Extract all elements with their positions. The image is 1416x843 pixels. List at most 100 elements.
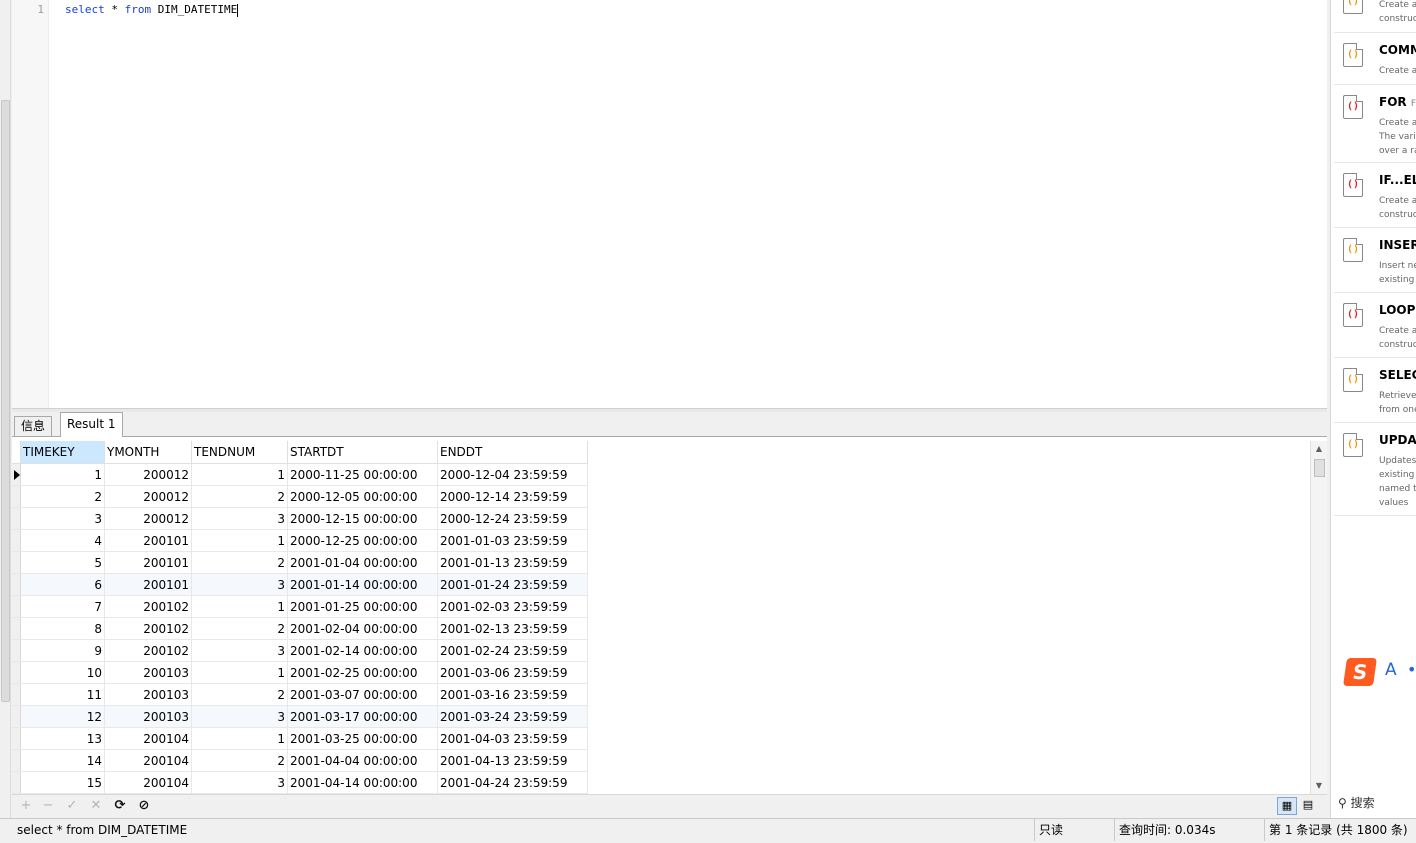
snippet-item[interactable]: () Create a construc (1334, 0, 1416, 33)
cell-timekey[interactable]: 5 (20, 551, 105, 574)
left-scroll-thumb[interactable] (1, 100, 10, 702)
cell-timekey[interactable]: 15 (20, 771, 105, 794)
cell-tendnum[interactable]: 2 (191, 617, 288, 640)
cell-timekey[interactable]: 3 (20, 507, 105, 530)
table-row[interactable]: 15 200104 3 2001-04-14 00:00:00 2001-04-24 2… (12, 771, 588, 794)
cell-startdt[interactable]: 2001-02-25 00:00:00 (287, 661, 438, 684)
cell-tendnum[interactable]: 1 (191, 595, 288, 618)
cell-tendnum[interactable]: 2 (191, 551, 288, 574)
cell-ymonth[interactable]: 200101 (104, 551, 192, 574)
snippet-item[interactable]: () FOR Fl Create a The varia over a ra (1334, 85, 1416, 163)
row-indicator[interactable] (12, 573, 21, 596)
cell-enddt[interactable]: 2001-02-13 23:59:59 (437, 617, 588, 640)
table-row[interactable]: 7 200102 1 2001-01-25 00:00:00 2001-02-03 23… (12, 595, 588, 618)
cell-ymonth[interactable]: 200103 (104, 661, 192, 684)
table-row[interactable]: 2 200012 2 2000-12-05 00:00:00 2000-12-14 23… (12, 485, 588, 508)
ime-toolbar[interactable]: S A • (1343, 656, 1416, 686)
cell-ymonth[interactable]: 200104 (104, 727, 192, 750)
cell-tendnum[interactable]: 1 (191, 529, 288, 552)
cell-enddt[interactable]: 2000-12-24 23:59:59 (437, 507, 588, 530)
cell-enddt[interactable]: 2001-02-03 23:59:59 (437, 595, 588, 618)
snippet-item[interactable]: () INSERT Insert ne existing t (1334, 228, 1416, 293)
cell-ymonth[interactable]: 200102 (104, 639, 192, 662)
tab-result-1[interactable]: Result 1 (60, 412, 123, 437)
ime-mode-icon[interactable]: A (1385, 660, 1397, 680)
cell-timekey[interactable]: 1 (20, 463, 105, 486)
column-header-timekey[interactable]: TIMEKEY (20, 441, 105, 464)
cell-startdt[interactable]: 2000-11-25 00:00:00 (287, 463, 438, 486)
ime-punct-icon[interactable]: • (1407, 660, 1416, 679)
sql-code-line[interactable]: select * from DIM_DATETIME (65, 0, 239, 20)
row-indicator[interactable] (12, 639, 21, 662)
row-indicator[interactable] (12, 705, 21, 728)
cell-tendnum[interactable]: 3 (191, 507, 288, 530)
row-indicator[interactable] (12, 727, 21, 750)
table-row[interactable]: 4 200101 1 2000-12-25 00:00:00 2001-01-03 23… (12, 529, 588, 552)
snippet-item[interactable]: () IF...ELS Create a construc (1334, 163, 1416, 228)
row-indicator[interactable] (12, 771, 21, 794)
cell-ymonth[interactable]: 200102 (104, 617, 192, 640)
cell-enddt[interactable]: 2001-04-03 23:59:59 (437, 727, 588, 750)
scroll-up-arrow-icon[interactable]: ▲ (1311, 441, 1327, 457)
refresh-icon[interactable]: ⟳ (112, 798, 128, 814)
grid-view-icon[interactable]: ▦ (1277, 797, 1297, 815)
snippet-item[interactable]: () COMM Create a (1334, 33, 1416, 85)
cell-ymonth[interactable]: 200102 (104, 595, 192, 618)
table-row[interactable]: 12 200103 3 2001-03-17 00:00:00 2001-03-24 2… (12, 705, 588, 728)
cell-timekey[interactable]: 11 (20, 683, 105, 706)
column-header-enddt[interactable]: ENDDT (437, 441, 588, 464)
cell-tendnum[interactable]: 3 (191, 705, 288, 728)
column-header-tendnum[interactable]: TENDNUM (191, 441, 288, 464)
cell-timekey[interactable]: 9 (20, 639, 105, 662)
table-row[interactable]: 11 200103 2 2001-03-07 00:00:00 2001-03-16 2… (12, 683, 588, 706)
cell-startdt[interactable]: 2000-12-25 00:00:00 (287, 529, 438, 552)
row-indicator[interactable] (12, 507, 21, 530)
cell-timekey[interactable]: 12 (20, 705, 105, 728)
stop-icon[interactable]: ⊘ (136, 798, 152, 814)
cell-timekey[interactable]: 13 (20, 727, 105, 750)
cell-startdt[interactable]: 2001-02-14 00:00:00 (287, 639, 438, 662)
cell-tendnum[interactable]: 3 (191, 639, 288, 662)
row-indicator[interactable] (12, 485, 21, 508)
table-row[interactable]: 5 200101 2 2001-01-04 00:00:00 2001-01-13 23… (12, 551, 588, 574)
cell-ymonth[interactable]: 200101 (104, 529, 192, 552)
cell-tendnum[interactable]: 1 (191, 463, 288, 486)
discard-changes-icon[interactable]: ✕ (88, 798, 104, 814)
cell-tendnum[interactable]: 2 (191, 683, 288, 706)
add-record-icon[interactable]: + (18, 798, 34, 814)
cell-tendnum[interactable]: 3 (191, 573, 288, 596)
table-row[interactable]: 1 200012 1 2000-11-25 00:00:00 2000-12-04 23… (12, 463, 588, 486)
column-header-ymonth[interactable]: YMONTH (104, 441, 192, 464)
cell-timekey[interactable]: 4 (20, 529, 105, 552)
snippet-item[interactable]: () SELECT Retrieve from one (1334, 358, 1416, 423)
table-row[interactable]: 3 200012 3 2000-12-15 00:00:00 2000-12-24 23… (12, 507, 588, 530)
row-indicator[interactable] (12, 595, 21, 618)
snippet-search[interactable]: ⚲ 搜索 (1338, 794, 1375, 811)
scroll-down-arrow-icon[interactable]: ▼ (1311, 778, 1327, 794)
cell-enddt[interactable]: 2001-04-24 23:59:59 (437, 771, 588, 794)
cell-ymonth[interactable]: 200101 (104, 573, 192, 596)
cell-timekey[interactable]: 8 (20, 617, 105, 640)
cell-startdt[interactable]: 2001-03-25 00:00:00 (287, 727, 438, 750)
cell-startdt[interactable]: 2000-12-05 00:00:00 (287, 485, 438, 508)
table-row[interactable]: 8 200102 2 2001-02-04 00:00:00 2001-02-13 23… (12, 617, 588, 640)
cell-ymonth[interactable]: 200104 (104, 771, 192, 794)
cell-startdt[interactable]: 2001-03-17 00:00:00 (287, 705, 438, 728)
cell-startdt[interactable]: 2001-01-04 00:00:00 (287, 551, 438, 574)
cell-timekey[interactable]: 6 (20, 573, 105, 596)
delete-record-icon[interactable]: − (40, 798, 56, 814)
table-row[interactable]: 13 200104 1 2001-03-25 00:00:00 2001-04-03 2… (12, 727, 588, 750)
row-indicator[interactable] (12, 463, 21, 486)
cell-timekey[interactable]: 14 (20, 749, 105, 772)
cell-tendnum[interactable]: 3 (191, 771, 288, 794)
cell-ymonth[interactable]: 200103 (104, 705, 192, 728)
cell-enddt[interactable]: 2001-04-13 23:59:59 (437, 749, 588, 772)
table-row[interactable]: 9 200102 3 2001-02-14 00:00:00 2001-02-24 23… (12, 639, 588, 662)
cell-enddt[interactable]: 2000-12-14 23:59:59 (437, 485, 588, 508)
cell-enddt[interactable]: 2000-12-04 23:59:59 (437, 463, 588, 486)
sql-editor[interactable]: 1 select * from DIM_DATETIME (12, 0, 1327, 409)
scroll-thumb[interactable] (1314, 459, 1325, 477)
cell-startdt[interactable]: 2001-04-04 00:00:00 (287, 749, 438, 772)
cell-timekey[interactable]: 10 (20, 661, 105, 684)
cell-timekey[interactable]: 7 (20, 595, 105, 618)
